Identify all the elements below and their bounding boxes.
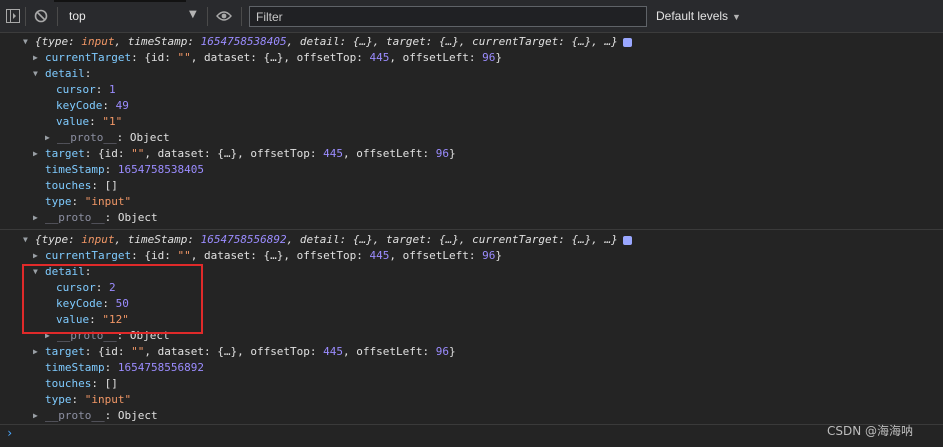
currentTarget-offsetTop: 445 xyxy=(369,249,390,262)
collapse-triangle-icon[interactable]: ▶ xyxy=(33,50,45,66)
chevron-down-icon[interactable]: ▼ xyxy=(189,9,197,20)
timestamp-value: 1654758556892 xyxy=(117,361,204,374)
prop-proto[interactable]: ▶ __proto__: Object xyxy=(45,130,170,146)
collapse-triangle-icon[interactable]: ▶ xyxy=(33,344,45,360)
collapse-triangle-icon[interactable]: ▶ xyxy=(33,210,45,226)
info-icon xyxy=(622,37,632,47)
currentTarget-offsetTop: 445 xyxy=(369,51,390,64)
collapse-triangle-icon[interactable]: ▶ xyxy=(45,130,57,146)
prop-value: value: "1" xyxy=(56,115,123,128)
summary-type: input xyxy=(81,233,115,246)
summary-timestamp: 1654758538405 xyxy=(200,35,287,48)
expand-triangle-icon[interactable]: ▼ xyxy=(23,34,35,50)
prop-cursor: cursor: 1 xyxy=(56,83,116,96)
collapse-triangle-icon[interactable]: ▶ xyxy=(33,408,45,424)
touches-value: [] xyxy=(104,179,118,192)
detail-keyCode: 49 xyxy=(115,99,129,112)
log-entry-summary[interactable]: ▼ {type: input, timeStamp: 1654758538405,… xyxy=(23,34,632,50)
eye-icon[interactable] xyxy=(216,8,232,24)
prop-detail[interactable]: ▼ detail: xyxy=(33,66,91,82)
collapse-triangle-icon[interactable]: ▶ xyxy=(33,248,45,264)
toolbar-divider xyxy=(207,7,208,26)
target-offsetTop: 445 xyxy=(323,345,344,358)
collapse-triangle-icon[interactable]: ▶ xyxy=(33,146,45,162)
log-entry-summary[interactable]: ▼ {type: input, timeStamp: 1654758556892,… xyxy=(23,232,632,248)
timestamp-value: 1654758538405 xyxy=(117,163,204,176)
type-value: "input" xyxy=(84,195,132,208)
currentTarget-id: "" xyxy=(177,249,191,262)
prop-keyCode: keyCode: 49 xyxy=(56,99,129,112)
detail-cursor: 1 xyxy=(109,83,116,96)
prop-timeStamp: timeStamp: 1654758538405 xyxy=(45,163,204,176)
context-selector[interactable]: top xyxy=(69,9,86,23)
chevron-down-icon: ▼ xyxy=(732,12,741,22)
log-levels-dropdown[interactable]: Default levels ▼ xyxy=(656,9,741,23)
expand-triangle-icon[interactable]: ▼ xyxy=(23,232,35,248)
currentTarget-id: "" xyxy=(177,51,191,64)
prop-timeStamp: timeStamp: 1654758556892 xyxy=(45,361,204,374)
currentTarget-offsetLeft: 96 xyxy=(482,51,496,64)
toolbar-divider xyxy=(57,7,58,26)
prop-type: type: "input" xyxy=(45,393,132,406)
target-offsetTop: 445 xyxy=(323,147,344,160)
log-levels-label: Default levels xyxy=(656,9,729,23)
filter-input[interactable] xyxy=(249,6,647,27)
prop-touches: touches: [] xyxy=(45,179,118,192)
prop-touches: touches: [] xyxy=(45,377,118,390)
toolbar-divider xyxy=(25,7,26,26)
target-id: "" xyxy=(131,345,145,358)
target-offsetLeft: 96 xyxy=(435,147,450,160)
touches-value: [] xyxy=(104,377,118,390)
summary-type: input xyxy=(81,35,115,48)
sidebar-toggle-icon[interactable] xyxy=(5,8,21,24)
toolbar-top-stripe xyxy=(54,0,186,2)
red-highlight-box xyxy=(22,264,203,334)
prop-proto[interactable]: ▶ __proto__: Object xyxy=(33,210,158,226)
target-offsetLeft: 96 xyxy=(435,345,450,358)
toolbar-divider xyxy=(241,7,242,26)
console-toolbar: top ▼ Default levels▼ xyxy=(0,0,943,33)
prop-type: type: "input" xyxy=(45,195,132,208)
prop-target[interactable]: ▶ target: {id: "", dataset: {…}, offsetTo… xyxy=(33,146,456,162)
info-icon xyxy=(622,235,632,245)
console-prompt-icon[interactable]: › xyxy=(6,426,13,440)
prop-currentTarget[interactable]: ▶ currentTarget: {id: "", dataset: {…}, o… xyxy=(33,248,502,264)
expand-triangle-icon[interactable]: ▼ xyxy=(33,66,45,82)
currentTarget-offsetLeft: 96 xyxy=(482,249,496,262)
watermark: CSDN @海海呐 xyxy=(827,424,914,438)
type-value: "input" xyxy=(84,393,132,406)
log-separator xyxy=(0,424,943,425)
summary-timestamp: 1654758556892 xyxy=(200,233,287,246)
detail-value: "1" xyxy=(102,115,123,128)
target-id: "" xyxy=(131,147,145,160)
log-separator xyxy=(0,229,943,230)
prop-currentTarget[interactable]: ▶ currentTarget: {id: "", dataset: {…}, o… xyxy=(33,50,502,66)
clear-console-icon[interactable] xyxy=(33,8,49,24)
prop-proto[interactable]: ▶ __proto__: Object xyxy=(33,408,158,424)
prop-target[interactable]: ▶ target: {id: "", dataset: {…}, offsetTo… xyxy=(33,344,456,360)
